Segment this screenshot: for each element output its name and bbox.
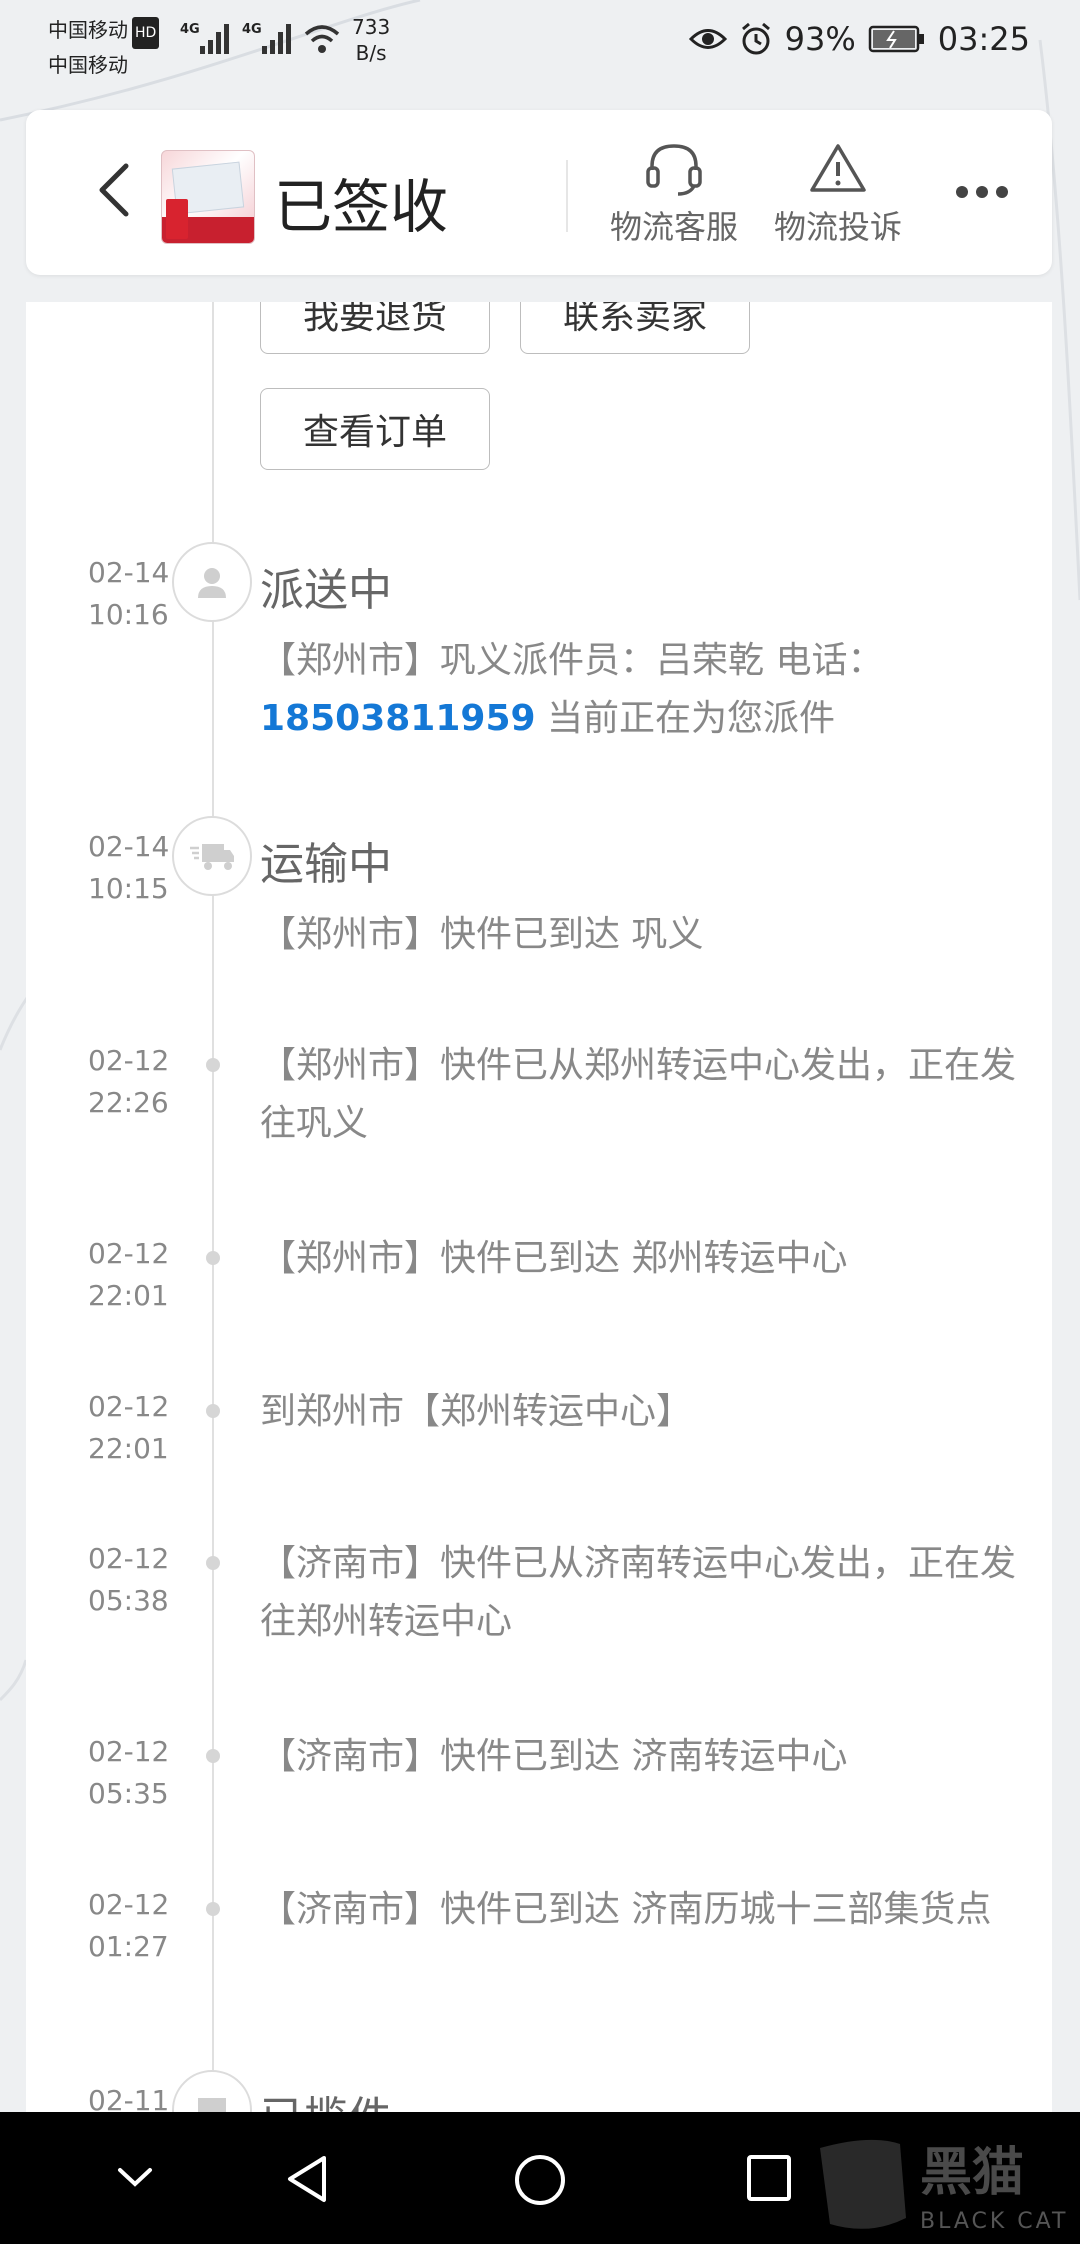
battery-percent: 93% — [784, 20, 856, 58]
entry-time: 05:35 — [88, 1777, 169, 1810]
timeline-dot — [206, 1556, 220, 1570]
page-title: 已签收 — [274, 173, 449, 241]
network-type-2: 4G — [242, 22, 262, 37]
watermark-cn: 黑猫 — [920, 2143, 1024, 2203]
blackcat-watermark: 黑猫 BLACK CAT — [820, 2139, 1068, 2234]
product-thumbnail[interactable] — [161, 150, 255, 244]
status-title: 派送中 — [260, 565, 392, 616]
entry-date: 02-12 — [88, 1542, 170, 1575]
signal-icon-2 — [262, 24, 291, 54]
carrier-2: 中国移动 — [48, 53, 128, 77]
logistics-complaint-button[interactable]: 物流投诉 — [774, 140, 902, 248]
eye-icon — [688, 29, 727, 49]
warning-icon — [810, 144, 866, 192]
more-dot — [976, 186, 988, 198]
contact-seller-button[interactable]: 联系卖家 — [520, 302, 750, 354]
timeline-time: 02-12 22:01 — [88, 1233, 198, 1317]
entry-date: 02-12 — [88, 1888, 170, 1921]
timeline-desc: 【济南市】快件已到达 济南转运中心 — [260, 1736, 848, 1777]
entry-time: 22:01 — [88, 1279, 169, 1312]
back-triangle-icon[interactable] — [282, 2152, 332, 2206]
status-title: 已揽件 — [260, 2082, 392, 2112]
battery-icon — [868, 25, 924, 53]
timeline-desc: 到郑州市【郑州转运中心】 — [260, 1391, 693, 1432]
timeline-time: 02-12 05:35 — [88, 1731, 198, 1815]
entry-date: 02-12 — [88, 1735, 170, 1768]
status-title: 运输中 — [260, 839, 392, 890]
carrier-1: 中国移动 — [48, 18, 128, 42]
recents-square-icon[interactable] — [744, 2152, 794, 2206]
wifi-icon — [304, 25, 340, 53]
speed-unit: B/s — [355, 41, 387, 65]
courier-phone-link[interactable]: 18503811959 — [260, 698, 536, 739]
timeline-dot — [206, 1749, 220, 1763]
hd-badge: HD — [132, 17, 160, 49]
complaint-label: 物流投诉 — [774, 208, 903, 246]
timeline-dot — [206, 1058, 220, 1072]
transit-node — [172, 816, 252, 896]
timeline-dot — [206, 1251, 220, 1265]
back-arrow-icon[interactable] — [88, 160, 148, 220]
alarm-icon — [741, 22, 770, 55]
timeline-dot — [206, 1902, 220, 1916]
entry-time: 05:38 — [88, 1584, 169, 1617]
carrier-info: 中国移动 HD 中国移动 — [48, 14, 160, 81]
header-divider — [566, 160, 568, 232]
pickup-node — [172, 2070, 252, 2112]
status-bar: 中国移动 HD 中国移动 4G 4G 733 B/s 93% 03:25 — [0, 0, 1080, 90]
return-goods-button[interactable]: 我要退货 — [260, 302, 490, 354]
timeline-desc: 【郑州市】快件已从郑州转运中心发出，正在发往巩义 — [260, 1045, 1017, 1144]
entry-date: 02-12 — [88, 1237, 170, 1270]
timeline-desc: 【郑州市】快件已到达 巩义 — [260, 914, 704, 955]
timeline-desc: 【济南市】快件已到达 济南历城十三部集货点 — [260, 1889, 992, 1930]
view-order-button[interactable]: 查看订单 — [260, 388, 490, 470]
entry-time: 01:27 — [88, 1930, 169, 1963]
timeline-desc: 【郑州市】快件已到达 郑州转运中心 — [260, 1238, 848, 1279]
entry-date: 02-12 — [88, 1044, 170, 1077]
package-icon — [198, 2098, 226, 2112]
network-speed: 733 B/s — [352, 14, 390, 66]
speed-value: 733 — [352, 15, 391, 39]
entry-time: 22:01 — [88, 1432, 169, 1465]
more-dot — [956, 186, 968, 198]
chevron-down-icon[interactable] — [110, 2152, 160, 2202]
desc-text: 【郑州市】巩义派件员：吕荣乾 电话： — [260, 640, 884, 681]
headset-icon — [646, 144, 702, 196]
timeline-time: 02-12 22:26 — [88, 1040, 198, 1124]
timeline-desc: 【济南市】快件已从济南转运中心发出，正在发往郑州转运中心 — [260, 1543, 1017, 1642]
service-label: 物流客服 — [610, 208, 739, 246]
more-options-icon[interactable] — [956, 186, 1008, 198]
timeline-desc: 【郑州市】巩义派件员：吕荣乾 电话： 18503811959 当前正在为您派件 — [260, 632, 1020, 748]
timeline-time: 02-12 22:01 — [88, 1386, 198, 1470]
thumbnail-tag — [166, 199, 188, 239]
header-card: 已签收 物流客服 物流投诉 — [26, 110, 1052, 275]
watermark-en: BLACK CAT — [920, 2209, 1068, 2234]
home-circle-icon[interactable] — [512, 2152, 568, 2208]
timeline-time: 02-12 01:27 — [88, 1884, 198, 1968]
entry-date: 02-12 — [88, 1390, 170, 1423]
courier-node — [172, 542, 252, 622]
logistics-service-button[interactable]: 物流客服 — [610, 140, 738, 248]
timeline-dot — [206, 1404, 220, 1418]
signal-icon — [200, 24, 229, 54]
status-right: 93% 03:25 — [688, 20, 1030, 58]
more-dot — [996, 186, 1008, 198]
clock: 03:25 — [937, 20, 1030, 58]
logistics-timeline-panel[interactable]: 我要退货 联系卖家 查看订单 02-14 10:16 派送中 【郑州市】巩义派件… — [26, 302, 1052, 2112]
timeline-time: 02-12 05:38 — [88, 1538, 198, 1622]
desc-text-suffix: 当前正在为您派件 — [535, 698, 835, 739]
entry-time: 22:26 — [88, 1086, 169, 1119]
person-icon — [198, 568, 226, 598]
truck-icon — [190, 844, 234, 870]
network-type-1: 4G — [180, 22, 200, 37]
